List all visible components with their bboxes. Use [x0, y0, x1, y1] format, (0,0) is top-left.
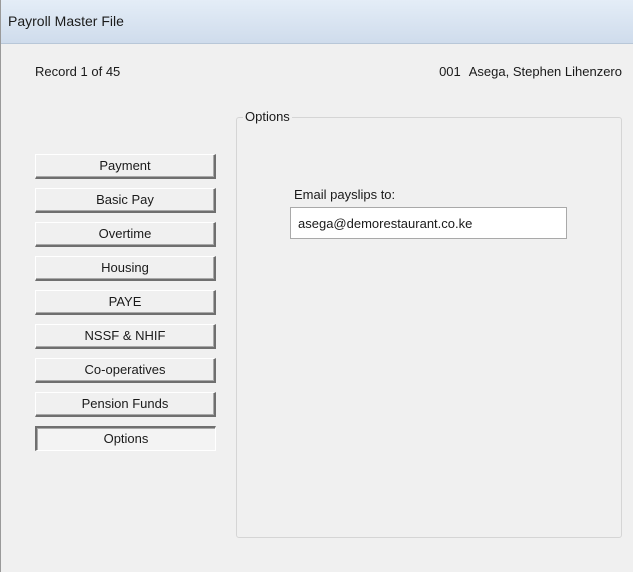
- email-payslips-label: Email payslips to:: [294, 187, 396, 202]
- employee-name: Asega, Stephen Lihenzero: [468, 64, 622, 79]
- nav-button-paye[interactable]: PAYE: [35, 290, 216, 315]
- nav-button-co-operatives[interactable]: Co-operatives: [35, 358, 216, 383]
- employee-code: 001: [439, 64, 461, 79]
- payroll-master-file-window: Payroll Master File Record 1 of 45 001 As…: [0, 0, 633, 572]
- section-nav: Payment Basic Pay Overtime Housing PAYE …: [35, 154, 216, 460]
- record-counter: Record 1 of 45: [35, 64, 121, 79]
- options-group-title: Options: [243, 109, 292, 124]
- nav-button-payment[interactable]: Payment: [35, 154, 216, 179]
- record-bar: Record 1 of 45 001 Asega, Stephen Lihenze…: [1, 44, 633, 100]
- nav-button-overtime[interactable]: Overtime: [35, 222, 216, 247]
- nav-button-basic-pay[interactable]: Basic Pay: [35, 188, 216, 213]
- employee-display: 001 Asega, Stephen Lihenzero: [439, 64, 622, 79]
- options-group: Options Email payslips to:: [236, 109, 622, 538]
- nav-button-nssf-nhif[interactable]: NSSF & NHIF: [35, 324, 216, 349]
- nav-button-options[interactable]: Options: [35, 426, 216, 451]
- title-bar: Payroll Master File: [1, 0, 633, 44]
- nav-button-pension-funds[interactable]: Pension Funds: [35, 392, 216, 417]
- window-title: Payroll Master File: [8, 13, 124, 29]
- nav-button-housing[interactable]: Housing: [35, 256, 216, 281]
- email-payslips-input[interactable]: [290, 207, 567, 239]
